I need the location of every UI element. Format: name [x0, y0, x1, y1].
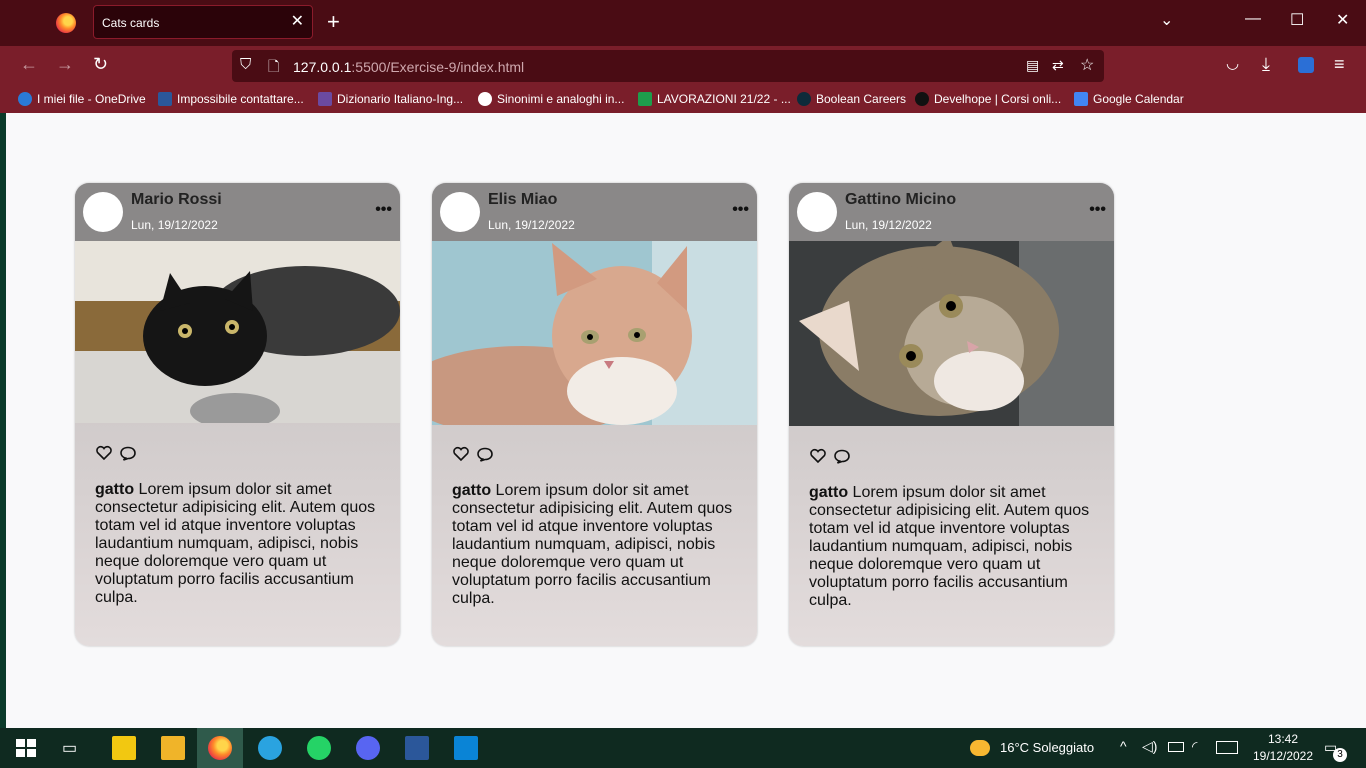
avatar	[83, 192, 123, 232]
pocket-icon[interactable]: ◡	[1226, 54, 1239, 72]
avatar	[440, 192, 480, 232]
windows-start-icon[interactable]	[14, 736, 38, 760]
shield-icon[interactable]: ⛉	[240, 56, 251, 73]
word-icon	[158, 92, 172, 106]
card-header: Mario Rossi Lun, 19/12/2022 •••	[75, 183, 400, 241]
navigation-bar: ← → ↻ ⛉ 🗋 127.0.0.1:5500/Exercise-9/inde…	[0, 46, 1366, 86]
wordreference-icon	[318, 92, 332, 106]
reader-view-icon[interactable]: ▤	[1026, 57, 1039, 74]
new-tab-button[interactable]: +	[327, 9, 340, 35]
bookmark-google-calendar[interactable]: Google Calendar	[1074, 92, 1184, 106]
card-date: Lun, 19/12/2022	[845, 218, 932, 232]
sticky-notes-icon[interactable]	[112, 736, 136, 760]
sinonimi-icon	[478, 92, 492, 106]
card-author: Gattino Micino	[845, 191, 957, 208]
tab-title: Cats cards	[102, 16, 160, 30]
close-tab-icon[interactable]: ✕	[291, 11, 304, 31]
more-options-icon[interactable]: •••	[732, 201, 749, 219]
more-options-icon[interactable]: •••	[375, 201, 392, 219]
comment-icon[interactable]	[476, 446, 494, 462]
cat-photo-tabby	[789, 241, 1114, 426]
bookmark-onedrive[interactable]: I miei file - OneDrive	[18, 92, 146, 106]
tab-cats-cards[interactable]: Cats cards ✕	[93, 5, 313, 39]
url-text[interactable]: 127.0.0.1:5500/Exercise-9/index.html	[293, 59, 524, 75]
more-options-icon[interactable]: •••	[1089, 201, 1106, 219]
side-edge	[0, 113, 6, 728]
card-date: Lun, 19/12/2022	[131, 218, 218, 232]
telegram-icon[interactable]	[258, 736, 282, 760]
task-view-icon[interactable]: ▭	[62, 738, 86, 762]
weather-icon	[970, 740, 990, 756]
cat-card: Gattino Micino Lun, 19/12/2022 ••• gatto…	[789, 183, 1114, 646]
translate-icon[interactable]: ⇄	[1052, 57, 1064, 74]
bookmark-boolean[interactable]: Boolean Careers	[797, 92, 906, 106]
comment-icon[interactable]	[119, 445, 137, 461]
whatsapp-icon[interactable]	[307, 736, 331, 760]
onedrive-icon	[18, 92, 32, 106]
bookmarks-bar: I miei file - OneDrive Impossibile conta…	[0, 86, 1366, 113]
firefox-taskbar-icon[interactable]	[208, 736, 232, 760]
word-taskbar-icon[interactable]	[405, 736, 429, 760]
reload-icon[interactable]: ↻	[93, 54, 108, 75]
battery-icon[interactable]	[1168, 742, 1184, 752]
card-date: Lun, 19/12/2022	[488, 218, 575, 232]
maximize-button[interactable]: ☐	[1290, 10, 1304, 30]
translate-extension-icon[interactable]	[1298, 57, 1314, 73]
cat-card: Mario Rossi Lun, 19/12/2022 ••• gatto Lo…	[75, 183, 400, 646]
heart-icon[interactable]	[809, 448, 827, 464]
comment-icon[interactable]	[833, 448, 851, 464]
close-window-button[interactable]: ✕	[1336, 10, 1349, 30]
bookmark-sinonimi[interactable]: Sinonimi e analoghi in...	[478, 92, 624, 106]
volume-icon[interactable]: ◁)	[1142, 738, 1157, 755]
cat-photo-black	[75, 241, 400, 423]
url-bar[interactable]: ⛉ 🗋 127.0.0.1:5500/Exercise-9/index.html…	[232, 50, 1104, 82]
windows-taskbar: ▭ 16°C Soleggiato ^ ◁) ◜ 13:42 19/12/202…	[0, 728, 1366, 768]
card-actions	[95, 445, 139, 466]
bookmark-lavorazioni[interactable]: LAVORAZIONI 21/22 - ...	[638, 92, 791, 106]
notification-count: 3	[1333, 748, 1347, 762]
clock-date: 19/12/2022	[1252, 749, 1314, 763]
cat-photo-ginger	[432, 241, 757, 425]
menu-icon[interactable]: ≡	[1334, 54, 1345, 75]
bookmark-word[interactable]: Impossibile contattare...	[158, 92, 304, 106]
discord-icon[interactable]	[356, 736, 380, 760]
calendar-icon	[1074, 92, 1088, 106]
develhope-icon	[915, 92, 929, 106]
browser-window: Cats cards ✕ + ⌄ — ☐ ✕ ← → ↻ ⛉ 🗋 127.0.0…	[0, 0, 1366, 728]
page-icon: 🗋	[268, 58, 280, 74]
card-author: Mario Rossi	[131, 191, 222, 208]
sheets-icon	[638, 92, 652, 106]
minimize-button[interactable]: —	[1245, 10, 1261, 28]
heart-icon[interactable]	[95, 445, 113, 461]
cat-card: Elis Miao Lun, 19/12/2022 ••• gatto Lore…	[432, 183, 757, 646]
boolean-icon	[797, 92, 811, 106]
card-header: Gattino Micino Lun, 19/12/2022 •••	[789, 183, 1114, 241]
card-actions	[452, 446, 496, 467]
downloads-icon[interactable]: ⤓	[1262, 54, 1270, 75]
bookmark-develhope[interactable]: Develhope | Corsi onli...	[915, 92, 1061, 106]
tab-bar: Cats cards ✕ + ⌄ — ☐ ✕	[0, 0, 1366, 46]
heart-icon[interactable]	[452, 446, 470, 462]
file-explorer-icon[interactable]	[161, 736, 185, 760]
system-clock[interactable]: 13:42 19/12/2022	[1250, 731, 1316, 765]
card-author: Elis Miao	[488, 191, 558, 208]
wifi-icon[interactable]: ◜	[1192, 738, 1197, 755]
tray-chevron-icon[interactable]: ^	[1120, 738, 1127, 754]
firefox-logo-icon[interactable]	[56, 13, 76, 33]
card-caption: gatto Lorem ipsum dolor sit amet consect…	[452, 482, 733, 607]
card-caption: gatto Lorem ipsum dolor sit amet consect…	[809, 484, 1090, 609]
card-header: Elis Miao Lun, 19/12/2022 •••	[432, 183, 757, 241]
bookmark-dizionario[interactable]: Dizionario Italiano-Ing...	[318, 92, 463, 106]
back-icon[interactable]: ←	[20, 54, 38, 75]
bookmark-star-icon[interactable]: ☆	[1080, 55, 1094, 75]
weather-text[interactable]: 16°C Soleggiato	[1000, 740, 1094, 755]
clock-time: 13:42	[1267, 732, 1299, 746]
card-caption: gatto Lorem ipsum dolor sit amet consect…	[95, 481, 376, 606]
tab-list-chevron-icon[interactable]: ⌄	[1160, 10, 1173, 30]
avatar	[797, 192, 837, 232]
card-actions	[809, 448, 853, 469]
keyboard-icon[interactable]	[1216, 741, 1238, 754]
vscode-icon[interactable]	[454, 736, 478, 760]
forward-icon[interactable]: →	[56, 54, 74, 75]
